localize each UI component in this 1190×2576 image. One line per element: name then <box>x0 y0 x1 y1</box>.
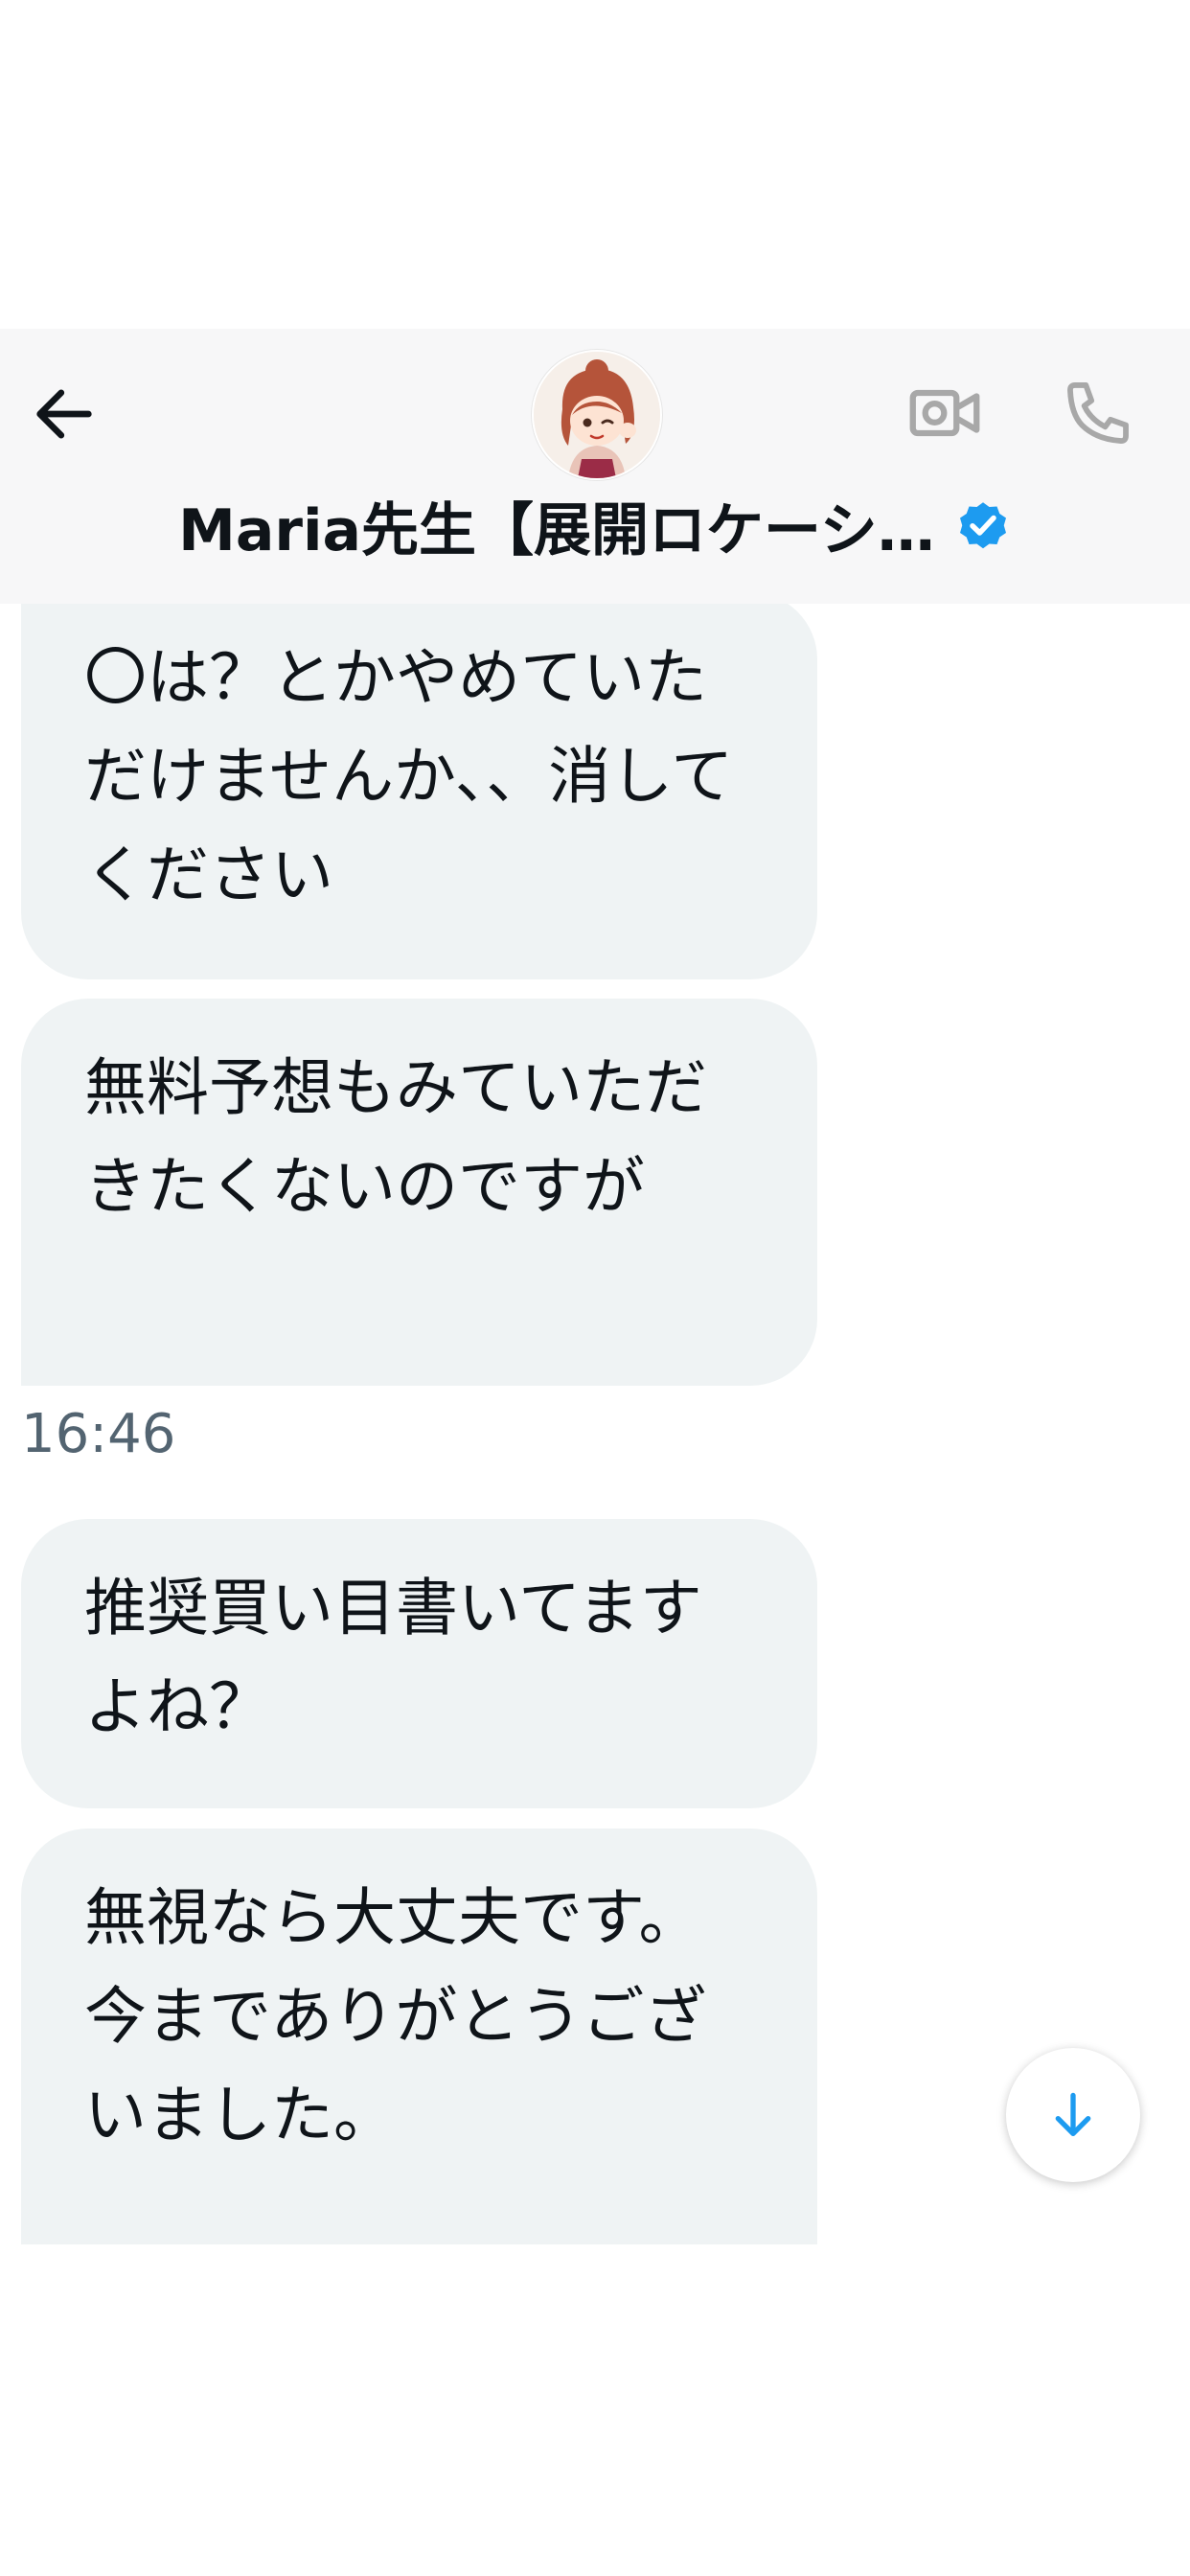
bottom-area <box>0 2244 1190 2576</box>
video-call-button[interactable] <box>899 367 991 459</box>
avatar-illustration-icon <box>534 352 660 478</box>
verified-badge-icon <box>959 502 1006 549</box>
phone-icon <box>1067 382 1129 444</box>
message-bubble[interactable]: 無料予想もみていただきたくないのですが <box>21 999 817 1386</box>
message-bubble[interactable]: 推奨買い目書いてますよね？ <box>21 1519 817 1808</box>
message-bubble[interactable]: 〇は？とかやめていただけませんか、、消してください <box>21 604 817 979</box>
video-camera-icon <box>909 389 980 437</box>
arrow-left-icon <box>36 389 92 439</box>
message-list[interactable]: 〇は？とかやめていただけませんか、、消してください 無料予想もみていただきたくな… <box>0 604 1190 2244</box>
back-button[interactable] <box>21 371 107 457</box>
status-area <box>0 0 1190 329</box>
conversation-header: Maria先生【展開ロケーシ… <box>0 329 1190 604</box>
scroll-to-bottom-button[interactable] <box>1006 2048 1140 2182</box>
phone-call-button[interactable] <box>1052 367 1144 459</box>
message-timestamp: 16:46 <box>21 1403 176 1465</box>
avatar[interactable] <box>532 350 662 480</box>
conversation-title[interactable]: Maria先生【展開ロケーシ… <box>178 484 935 567</box>
arrow-down-icon <box>1055 2092 1091 2136</box>
conversation-title-row[interactable]: Maria先生【展開ロケーシ… <box>0 487 1190 564</box>
message-bubble[interactable]: 無視なら大丈夫です。 今までありがとうございました。 <box>21 1828 817 2244</box>
